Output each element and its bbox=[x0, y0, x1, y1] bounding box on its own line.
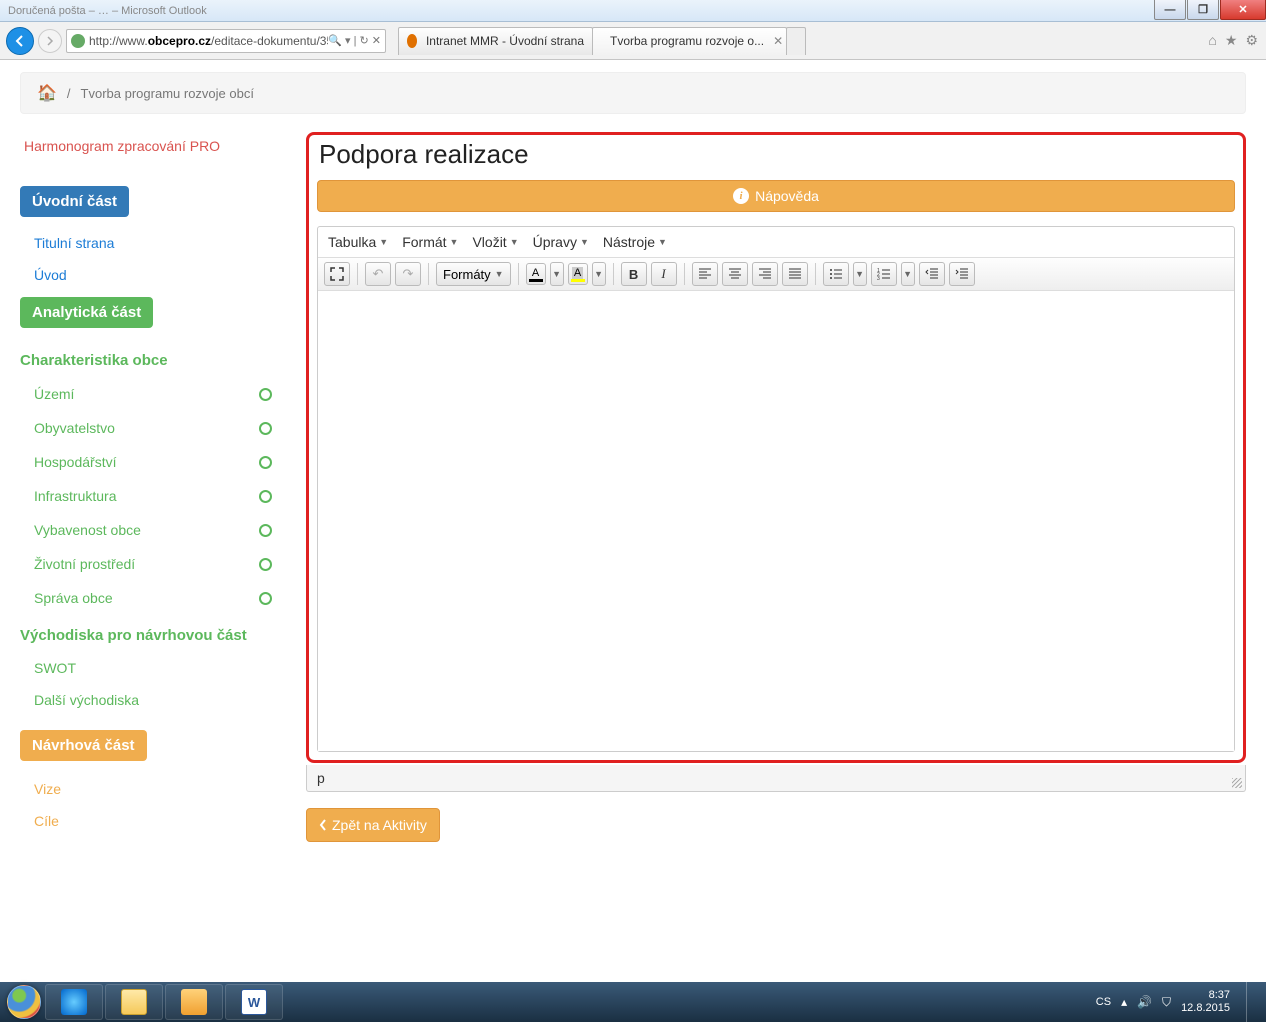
address-icons[interactable]: 🔍 ▾ | ↻ ✕ bbox=[328, 34, 381, 47]
taskbar-ie[interactable] bbox=[45, 984, 103, 1020]
editor-menu-item[interactable]: Formát ▼ bbox=[402, 234, 458, 250]
nav-forward-button[interactable] bbox=[38, 29, 62, 53]
tray-clock[interactable]: 8:37 12.8.2015 bbox=[1181, 989, 1230, 1015]
editor-menu-item[interactable]: Vložit ▼ bbox=[472, 234, 518, 250]
tray-volume-icon[interactable]: 🔊 bbox=[1137, 995, 1152, 1009]
bg-color-dropdown[interactable]: ▼ bbox=[592, 262, 606, 286]
tray-lang[interactable]: CS bbox=[1096, 996, 1111, 1008]
text-color-dropdown[interactable]: ▼ bbox=[550, 262, 564, 286]
status-circle-icon bbox=[259, 490, 272, 503]
window-title: Doručená pošta – … – Microsoft Outlook bbox=[8, 5, 207, 17]
editor-menu-item[interactable]: Nástroje ▼ bbox=[603, 234, 667, 250]
tab-label: Tvorba programu rozvoje o... bbox=[610, 34, 764, 48]
taskbar-word[interactable]: W bbox=[225, 984, 283, 1020]
url-text: http://www.obcepro.cz/editace-dokumentu/… bbox=[89, 34, 328, 48]
sidebar-swot[interactable]: SWOT bbox=[20, 652, 280, 684]
sidebar-item[interactable]: Obyvatelstvo bbox=[20, 411, 280, 445]
sidebar-uvod[interactable]: Úvod bbox=[20, 261, 280, 293]
sidebar-vychodiska: Východiska pro návrhovou část bbox=[20, 627, 280, 644]
home-icon[interactable]: 🏠 bbox=[37, 83, 57, 103]
sidebar-charakteristika: Charakteristika obce bbox=[20, 352, 280, 369]
status-circle-icon bbox=[259, 422, 272, 435]
outdent-button[interactable] bbox=[919, 262, 945, 286]
show-desktop[interactable] bbox=[1246, 982, 1256, 1022]
sidebar-section-analyticka[interactable]: Analytická část bbox=[20, 297, 153, 328]
tab-close-icon[interactable]: ✕ bbox=[773, 34, 783, 48]
bold-button[interactable]: B bbox=[621, 262, 647, 286]
bullet-list-button[interactable] bbox=[823, 262, 849, 286]
favorites-icon[interactable]: ★ bbox=[1225, 32, 1238, 49]
new-tab-button[interactable] bbox=[786, 27, 806, 55]
sidebar-cile[interactable]: Cíle bbox=[20, 805, 280, 837]
formats-dropdown[interactable]: Formáty▼ bbox=[436, 262, 511, 286]
align-left-button[interactable] bbox=[692, 262, 718, 286]
tools-icon[interactable]: ⚙ bbox=[1245, 32, 1258, 49]
number-list-button[interactable]: 123 bbox=[871, 262, 897, 286]
taskbar-outlook[interactable] bbox=[165, 984, 223, 1020]
status-circle-icon bbox=[259, 558, 272, 571]
resize-handle[interactable] bbox=[1232, 778, 1242, 788]
sidebar-section-uvodni[interactable]: Úvodní část bbox=[20, 186, 129, 217]
site-favicon bbox=[71, 34, 85, 48]
bullet-list-dropdown[interactable]: ▼ bbox=[853, 262, 867, 286]
tray-network-icon[interactable]: ⛉ bbox=[1162, 995, 1171, 1010]
status-circle-icon bbox=[259, 524, 272, 537]
breadcrumb-text: Tvorba programu rozvoje obcí bbox=[81, 86, 254, 101]
tab-favicon bbox=[407, 34, 417, 48]
start-button[interactable] bbox=[4, 982, 44, 1022]
tray-up-icon[interactable]: ▴ bbox=[1121, 995, 1127, 1009]
editor-status: p bbox=[306, 765, 1246, 792]
breadcrumb-sep: / bbox=[67, 86, 71, 101]
sidebar-item[interactable]: Území bbox=[20, 377, 280, 411]
browser-tab-1[interactable]: Intranet MMR - Úvodní strana bbox=[398, 27, 593, 55]
align-center-button[interactable] bbox=[722, 262, 748, 286]
sidebar-titulni[interactable]: Titulní strana bbox=[20, 229, 280, 261]
sidebar-item[interactable]: Infrastruktura bbox=[20, 479, 280, 513]
align-justify-button[interactable] bbox=[782, 262, 808, 286]
breadcrumb: 🏠 / Tvorba programu rozvoje obcí bbox=[20, 72, 1246, 114]
text-color-button[interactable]: A bbox=[526, 263, 546, 285]
sidebar-dalsi[interactable]: Další východiska bbox=[20, 684, 280, 716]
info-icon: i bbox=[733, 188, 749, 204]
status-circle-icon bbox=[259, 456, 272, 469]
taskbar-explorer[interactable] bbox=[105, 984, 163, 1020]
editor-menu-item[interactable]: Úpravy ▼ bbox=[533, 234, 589, 250]
window-maximize[interactable]: ❐ bbox=[1187, 0, 1219, 20]
indent-button[interactable] bbox=[949, 262, 975, 286]
sidebar-item[interactable]: Hospodářství bbox=[20, 445, 280, 479]
help-button[interactable]: i Nápověda bbox=[317, 180, 1235, 212]
window-close[interactable]: ✕ bbox=[1220, 0, 1266, 20]
editor-area[interactable] bbox=[318, 291, 1234, 751]
redo-button[interactable]: ↷ bbox=[395, 262, 421, 286]
sidebar-item[interactable]: Životní prostředí bbox=[20, 547, 280, 581]
italic-button[interactable]: I bbox=[651, 262, 677, 286]
status-circle-icon bbox=[259, 388, 272, 401]
align-right-button[interactable] bbox=[752, 262, 778, 286]
bg-color-button[interactable]: A bbox=[568, 263, 588, 285]
page-heading: Podpora realizace bbox=[319, 139, 1235, 170]
help-label: Nápověda bbox=[755, 188, 819, 204]
sidebar-harmonogram[interactable]: Harmonogram zpracování PRO bbox=[20, 132, 280, 164]
sidebar-item[interactable]: Vybavenost obce bbox=[20, 513, 280, 547]
sidebar-section-navrhova[interactable]: Návrhová část bbox=[20, 730, 147, 761]
browser-tab-2[interactable]: Tvorba programu rozvoje o... ✕ bbox=[592, 27, 787, 55]
home-icon[interactable]: ⌂ bbox=[1208, 32, 1216, 49]
number-list-dropdown[interactable]: ▼ bbox=[901, 262, 915, 286]
address-bar[interactable]: http://www.obcepro.cz/editace-dokumentu/… bbox=[66, 29, 386, 53]
nav-back-button[interactable] bbox=[6, 27, 34, 55]
window-minimize[interactable]: — bbox=[1154, 0, 1186, 20]
undo-button[interactable]: ↶ bbox=[365, 262, 391, 286]
status-circle-icon bbox=[259, 592, 272, 605]
sidebar-item[interactable]: Správa obce bbox=[20, 581, 280, 615]
svg-text:3: 3 bbox=[877, 276, 880, 280]
back-button[interactable]: Zpět na Aktivity bbox=[306, 808, 440, 842]
fullscreen-button[interactable] bbox=[324, 262, 350, 286]
editor-menu-item[interactable]: Tabulka ▼ bbox=[328, 234, 388, 250]
sidebar-vize[interactable]: Vize bbox=[20, 773, 280, 805]
tab-label: Intranet MMR - Úvodní strana bbox=[426, 34, 584, 48]
